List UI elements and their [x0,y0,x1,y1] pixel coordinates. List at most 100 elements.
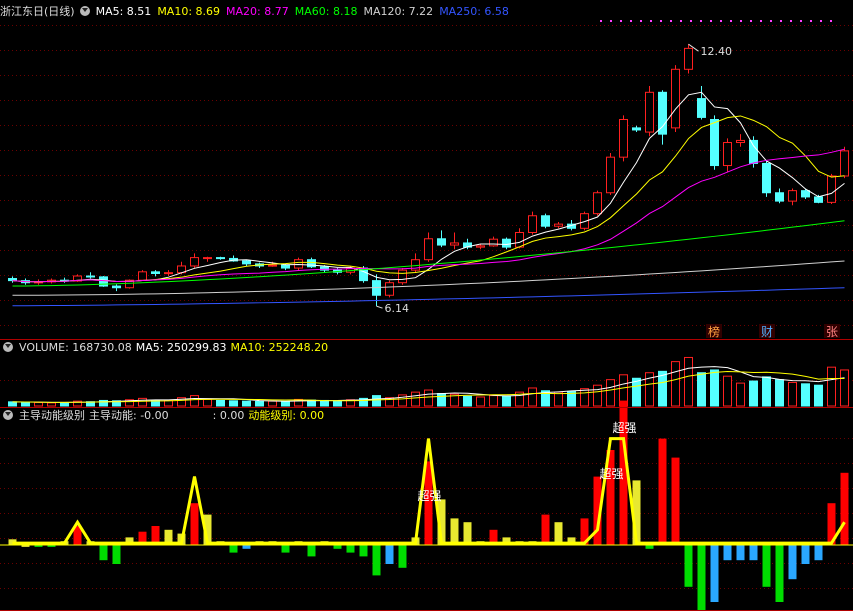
volume-bar [138,397,147,407]
volume-bar [749,380,758,407]
volume-bar [411,391,420,407]
volume-bar [255,400,264,407]
indicator-bar [749,545,758,561]
volume-bar [502,395,511,407]
indicator-bar [463,522,472,545]
indicator-bar [333,545,342,549]
volume-header: VOLUME: 168730.08 MA5: 250299.83 MA10: 252… [0,340,334,356]
event-tag: 榜 [708,324,720,339]
ma20-line [12,148,845,283]
marker-dot [800,20,802,22]
volume-bar [229,400,238,407]
candle-body [710,119,719,167]
low-price-label: 6.14 [385,302,410,315]
candle-body [86,275,95,278]
volume-bar [814,384,823,407]
candle-body [190,257,199,267]
indicator-name: 主导动能级别 [19,409,85,422]
candle-body [8,278,17,282]
volume-bar [658,370,667,407]
candle-body [138,271,147,281]
indicator-bar [307,545,316,557]
ma250-label: MA250: 6.58 [439,5,509,18]
event-tag: 财 [761,325,773,339]
marker-dot [650,20,652,22]
volume-bar [242,400,251,407]
candle-body [684,47,693,70]
volume-bar [593,384,602,407]
marker-dot [770,20,772,22]
indicator-bar [710,545,719,602]
candle-body [398,269,407,284]
indicator-bar [697,545,706,611]
volume-bar [684,356,693,407]
candle-body [216,257,225,260]
indicator-bar [775,545,784,602]
volume-bar [281,401,290,407]
candle-body [424,238,433,261]
indicator-bar [840,472,849,545]
indicator-value1: 主导动能: -0.00 [89,409,169,422]
volume-bar [437,393,446,407]
stock-chart[interactable]: 12.406.14榜财张超强超强超强 [0,0,853,611]
marker-dot [680,20,682,22]
low-pointer [376,305,383,309]
candle-body [554,223,563,227]
volume-bar [840,369,849,407]
indicator-bar [190,503,199,545]
candle-body [736,139,745,144]
marker-dot [600,20,602,22]
volume-bar [723,375,732,407]
indicator-bar [398,545,407,568]
indicator-value2: : 0.00 [212,409,245,422]
volume-bar [528,387,537,407]
ma5-label: MA5: 8.51 [95,5,152,18]
volume-bar [34,402,43,407]
indicator-bar [359,545,368,557]
candle-body [593,192,602,215]
volume-bar [827,366,836,407]
stock-name: 浙江东日(日线) [0,5,75,18]
candle-body [775,192,784,202]
marker-dot [790,20,792,22]
strength-label: 超强 [417,488,441,503]
candle-body [112,285,121,289]
indicator-bar [762,545,771,587]
indicator-bar [281,545,290,553]
indicator-bar [736,545,745,561]
volume-bar [775,379,784,407]
marker-dot [740,20,742,22]
candle-body [606,156,615,194]
indicator-bar [801,545,810,564]
marker-dot [690,20,692,22]
volume-bar [333,400,342,407]
volume-bar [190,395,199,407]
volume-bar [268,400,277,407]
volume-bar [580,388,589,407]
indicator-bar [372,545,381,576]
volume-bar [60,402,69,407]
volume-bar [788,381,797,407]
dropdown-circle-icon[interactable] [3,410,13,420]
dropdown-circle-icon[interactable] [3,342,13,352]
indicator-bar [645,545,654,549]
candle-body [814,196,823,203]
candle-body [502,238,511,248]
volume-bar [697,372,706,407]
candle-body [203,257,212,260]
candle-body [476,245,485,248]
candle-body [164,272,173,275]
indicator-bar [671,457,680,545]
indicator-bar [658,438,667,545]
indicator-bar [112,545,121,564]
price-header: 浙江东日(日线) MA5: 8.51 MA10: 8.69 MA20: 8.77 MA6… [0,4,515,20]
indicator-header: 主导动能级别 主导动能: -0.00: 0.00 动能级别: 0.00 [0,408,330,424]
marker-dot [670,20,672,22]
indicator-bar [99,545,108,561]
volume-bar [671,361,680,407]
candle-body [840,150,849,177]
dropdown-circle-icon[interactable] [79,6,90,16]
strength-label: 超强 [599,466,623,481]
candle-body [801,190,810,198]
candle-body [437,238,446,246]
